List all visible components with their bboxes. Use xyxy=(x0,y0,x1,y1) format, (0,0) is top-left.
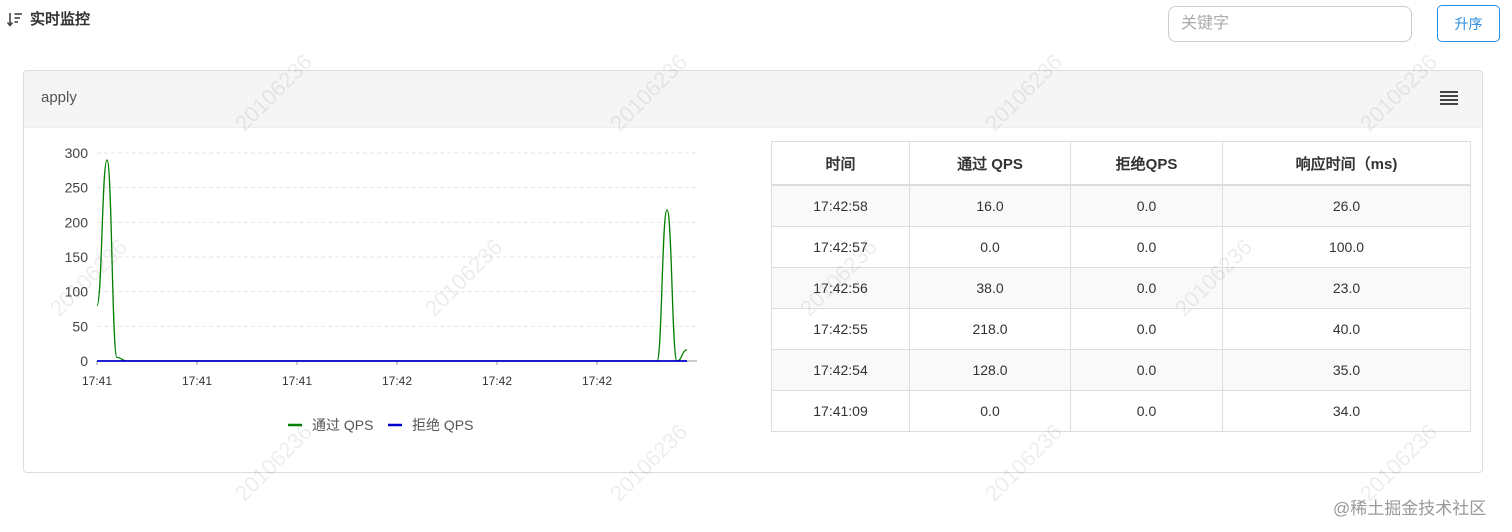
page-title-text: 实时监控 xyxy=(30,11,91,28)
y-tick-label: 0 xyxy=(80,353,88,369)
x-tick-label: 17:42 xyxy=(482,374,512,388)
y-tick-label: 100 xyxy=(65,284,89,300)
column-header-block-qps[interactable]: 拒绝QPS xyxy=(1070,141,1223,186)
x-tick-label: 17:41 xyxy=(282,374,312,388)
cell-block-qps: 0.0 xyxy=(1070,226,1223,268)
search-input[interactable] xyxy=(1168,6,1412,42)
cell-block-qps: 0.0 xyxy=(1070,390,1223,432)
table-row: 17:42:56 38.0 0.0 23.0 xyxy=(771,267,1471,309)
cell-block-qps: 0.0 xyxy=(1070,349,1223,391)
cell-time: 17:42:54 xyxy=(771,349,910,391)
cell-pass-qps: 0.0 xyxy=(909,226,1071,268)
cell-pass-qps: 38.0 xyxy=(909,267,1071,309)
hamburger-menu-icon[interactable] xyxy=(1439,89,1459,107)
cell-response-time: 40.0 xyxy=(1222,308,1471,350)
x-axis: 17:41 17:41 17:41 17:42 17:42 17:42 xyxy=(82,361,612,388)
cell-response-time: 34.0 xyxy=(1222,390,1471,432)
panel-title: apply xyxy=(41,89,77,106)
table-row: 17:41:09 0.0 0.0 34.0 xyxy=(771,390,1471,432)
column-header-pass-qps[interactable]: 通过 QPS xyxy=(909,141,1071,186)
panel-header: apply xyxy=(24,71,1482,128)
cell-time: 17:41:09 xyxy=(771,390,910,432)
cell-time: 17:42:55 xyxy=(771,308,910,350)
cell-pass-qps: 0.0 xyxy=(909,390,1071,432)
column-header-time[interactable]: 时间 xyxy=(771,141,910,186)
cell-response-time: 23.0 xyxy=(1222,267,1471,309)
metrics-table: 时间 通过 QPS 拒绝QPS 响应时间（ms) 17:42:58 16.0 0… xyxy=(771,141,1471,432)
chart-grid xyxy=(97,152,697,362)
top-bar: 实时监控 升序 xyxy=(0,0,1512,50)
cell-time: 17:42:57 xyxy=(771,226,910,268)
table-row: 17:42:58 16.0 0.0 26.0 xyxy=(771,184,1471,227)
series-line-pass-qps xyxy=(96,159,688,362)
site-credit: @稀土掘金技术社区 xyxy=(1333,499,1487,518)
column-header-response-time[interactable]: 响应时间（ms) xyxy=(1222,141,1471,186)
sort-descending-icon xyxy=(6,12,22,27)
y-tick-label: 200 xyxy=(65,214,89,230)
y-tick-label: 50 xyxy=(72,318,88,334)
legend-label: 拒绝 QPS xyxy=(412,417,473,433)
x-tick-label: 17:41 xyxy=(82,374,112,388)
table-row: 17:42:57 0.0 0.0 100.0 xyxy=(771,226,1471,268)
y-axis: 0 50 100 150 200 250 300 xyxy=(65,145,89,369)
x-tick-label: 17:42 xyxy=(582,374,612,388)
cell-time: 17:42:58 xyxy=(771,184,910,227)
cell-time: 17:42:56 xyxy=(771,267,910,309)
table-row: 17:42:55 218.0 0.0 40.0 xyxy=(771,308,1471,350)
sort-ascending-button[interactable]: 升序 xyxy=(1437,5,1500,42)
legend-item-pass-qps[interactable]: 通过 QPS xyxy=(288,417,373,433)
cell-pass-qps: 128.0 xyxy=(909,349,1071,391)
table-row: 17:42:54 128.0 0.0 35.0 xyxy=(771,349,1471,391)
y-tick-label: 300 xyxy=(65,145,89,161)
x-tick-label: 17:42 xyxy=(382,374,412,388)
legend-item-block-qps[interactable]: 拒绝 QPS xyxy=(388,417,473,433)
cell-pass-qps: 218.0 xyxy=(909,308,1071,350)
cell-block-qps: 0.0 xyxy=(1070,308,1223,350)
cell-pass-qps: 16.0 xyxy=(909,184,1071,227)
x-tick-label: 17:41 xyxy=(182,374,212,388)
cell-response-time: 26.0 xyxy=(1222,184,1471,227)
cell-block-qps: 0.0 xyxy=(1070,267,1223,309)
cell-response-time: 100.0 xyxy=(1222,226,1471,268)
page-title: 实时监控 xyxy=(6,8,90,29)
cell-block-qps: 0.0 xyxy=(1070,184,1223,227)
chart-legend[interactable]: 通过 QPS 拒绝 QPS xyxy=(288,417,473,433)
qps-line-chart: 050100150200250300 17:41 17:41 17:41 17:42 1… xyxy=(65,145,697,433)
y-tick-label: 250 xyxy=(65,180,89,196)
y-tick-label: 150 xyxy=(65,249,89,265)
legend-label: 通过 QPS xyxy=(312,417,373,433)
chart-series xyxy=(96,159,688,362)
cell-response-time: 35.0 xyxy=(1222,349,1471,391)
table-header-row: 时间 通过 QPS 拒绝QPS 响应时间（ms) xyxy=(771,141,1471,186)
